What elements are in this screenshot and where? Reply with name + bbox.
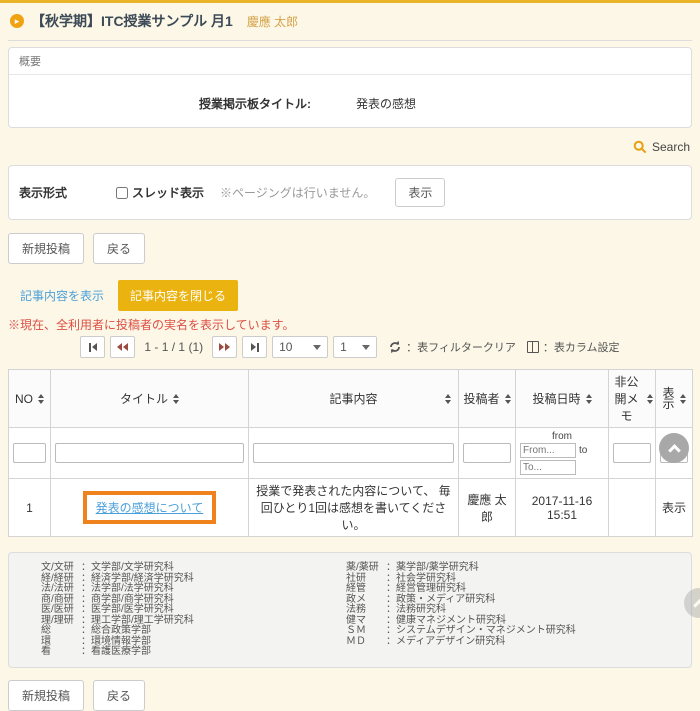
filter-clear-label: ：表フィルタークリア xyxy=(406,339,516,355)
first-page-button[interactable] xyxy=(80,336,105,358)
cell-show[interactable]: 表示 xyxy=(656,479,693,537)
column-config-label: ：表カラム設定 xyxy=(543,339,620,355)
page-range-text: 1 - 1 / 1 (1) xyxy=(140,340,207,354)
filter-memo-input[interactable] xyxy=(613,443,651,463)
legend-item: 看：看護医療学部 xyxy=(41,647,346,658)
content-tabs: 記事内容を表示 記事内容を閉じる xyxy=(8,280,692,311)
overview-panel-title: 概要 xyxy=(9,48,691,75)
date-to-label: to xyxy=(579,445,587,456)
search-label: Search xyxy=(652,140,690,154)
page-header: ▸ 【秋学期】ITC授業サンプル 月1 慶應 太郎 xyxy=(8,3,692,40)
scroll-to-top-button[interactable] xyxy=(659,433,689,463)
prev-page-button[interactable] xyxy=(110,336,135,358)
overview-panel: 概要 授業掲示板タイトル: 発表の感想 xyxy=(8,47,692,128)
table-header-row: NO タイトル 記事内容 投稿者 投稿日時 非公開メモ 表示 xyxy=(9,370,693,428)
sort-icon[interactable] xyxy=(505,394,511,404)
col-header-author[interactable]: 投稿者 xyxy=(463,390,499,407)
cell-no: 1 xyxy=(9,479,51,537)
last-page-button[interactable] xyxy=(242,336,267,358)
page-number-select[interactable]: 1 xyxy=(333,336,377,358)
legend-item: 薬/薬研：薬学部/薬学研究科 xyxy=(346,563,576,574)
filter-no-input[interactable] xyxy=(13,443,46,463)
posts-table: NO タイトル 記事内容 投稿者 投稿日時 非公開メモ 表示 from to xyxy=(8,369,693,537)
chevron-up-icon xyxy=(693,599,700,612)
legend-item: 環：環境情報学部 xyxy=(41,637,346,648)
tab-close-article-content[interactable]: 記事内容を閉じる xyxy=(118,280,238,311)
legend-item: ＭＤ：メディアデザイン研究科 xyxy=(346,637,576,648)
col-header-memo[interactable]: 非公開メモ xyxy=(611,373,642,424)
sort-icon[interactable] xyxy=(586,394,592,404)
faculty-legend-panel: 文/文研：文学部/文学研究科 経/経研：経済学部/経済学研究科 法/法研：法学部… xyxy=(8,552,692,668)
legend-item: 商/商研：商学部/商学研究科 xyxy=(41,595,346,606)
back-button-bottom[interactable]: 戻る xyxy=(93,680,145,711)
chevron-down-icon xyxy=(362,345,370,350)
page-number-value: 1 xyxy=(340,340,347,354)
arrow-right-icon: ▸ xyxy=(10,14,24,28)
cell-memo xyxy=(609,479,656,537)
thread-display-checkbox[interactable] xyxy=(116,187,128,199)
sort-icon[interactable] xyxy=(173,394,179,404)
paging-note: ※ページングは行いません。 xyxy=(220,184,375,201)
new-post-button[interactable]: 新規投稿 xyxy=(8,233,84,264)
next-page-button[interactable] xyxy=(212,336,237,358)
legend-item: 健マ：健康マネジメント研究科 xyxy=(346,616,576,627)
filter-date-from-input[interactable] xyxy=(520,443,576,458)
search-link[interactable]: Search xyxy=(633,140,690,154)
legend-item: 総：総合政策学部 xyxy=(41,626,346,637)
col-header-content[interactable]: 記事内容 xyxy=(329,390,377,407)
header-divider xyxy=(8,40,692,41)
legend-item: 法務：法務研究科 xyxy=(346,605,576,616)
table-row: 1 発表の感想について 授業で発表された内容について、 毎回ひとり1回は感想を書… xyxy=(9,479,693,537)
chevron-up-icon xyxy=(668,444,681,457)
column-config-icon[interactable] xyxy=(527,341,539,353)
pagination-bar: 1 - 1 / 1 (1) 10 1 ：表フィルタークリア ：表カラム設定 xyxy=(8,336,692,358)
real-name-notice: ※現在、全利用者に投稿者の実名を表示しています。 xyxy=(8,316,692,333)
sort-icon[interactable] xyxy=(647,394,653,404)
cell-title: 発表の感想について xyxy=(51,479,249,537)
page-size-value: 10 xyxy=(279,340,292,354)
page-title: 【秋学期】ITC授業サンプル 月1 xyxy=(31,11,233,31)
page-size-select[interactable]: 10 xyxy=(272,336,328,358)
date-from-label: from xyxy=(520,431,604,442)
new-post-button-bottom[interactable]: 新規投稿 xyxy=(8,680,84,711)
cell-author: 慶應 太郎 xyxy=(459,479,516,537)
filter-title-input[interactable] xyxy=(55,443,244,463)
col-header-show[interactable]: 表示 xyxy=(662,388,675,410)
display-format-panel: 表示形式 スレッド表示 ※ページングは行いません。 表示 xyxy=(8,165,692,220)
col-header-title[interactable]: タイトル xyxy=(120,390,168,407)
board-title-label: 授業掲示板タイトル: xyxy=(9,95,311,112)
user-name-link[interactable]: 慶應 太郎 xyxy=(247,13,298,30)
filter-date-to-input[interactable] xyxy=(520,460,576,475)
back-button[interactable]: 戻る xyxy=(93,233,145,264)
legend-item: 法/法研：法学部/法学研究科 xyxy=(41,584,346,595)
board-title-value: 発表の感想 xyxy=(356,95,416,112)
col-header-date[interactable]: 投稿日時 xyxy=(532,390,580,407)
display-button[interactable]: 表示 xyxy=(395,178,445,207)
search-icon xyxy=(633,140,647,154)
display-format-label: 表示形式 xyxy=(19,184,116,201)
tab-show-article-content[interactable]: 記事内容を表示 xyxy=(8,280,116,311)
legend-item: 医/医研：医学部/医学研究科 xyxy=(41,605,346,616)
cell-date: 2017-11-16 15:51 xyxy=(516,479,609,537)
chevron-down-icon xyxy=(313,345,321,350)
sort-icon[interactable] xyxy=(680,394,686,404)
cell-content: 授業で発表された内容について、 毎回ひとり1回は感想を書いてください。 xyxy=(249,479,459,537)
annotation-highlight-box: 発表の感想について xyxy=(83,491,217,524)
legend-item: 文/文研：文学部/文学研究科 xyxy=(41,563,346,574)
legend-item: 政メ：政策・メディア研究科 xyxy=(346,595,576,606)
thread-display-label: スレッド表示 xyxy=(132,184,204,201)
table-filter-row: from to xyxy=(9,428,693,479)
col-header-no[interactable]: NO xyxy=(15,392,33,406)
post-title-link[interactable]: 発表の感想について xyxy=(96,501,204,515)
filter-content-input[interactable] xyxy=(253,443,454,463)
legend-item: ＳＭ：システムデザイン・マネジメント研究科 xyxy=(346,626,576,637)
legend-item: 理/理研：理工学部/理工学研究科 xyxy=(41,616,346,627)
sort-icon[interactable] xyxy=(38,394,44,404)
filter-clear-icon[interactable] xyxy=(388,340,402,354)
filter-author-input[interactable] xyxy=(463,443,511,463)
legend-item: 経管：経営管理研究科 xyxy=(346,584,576,595)
sort-icon[interactable] xyxy=(445,394,451,404)
